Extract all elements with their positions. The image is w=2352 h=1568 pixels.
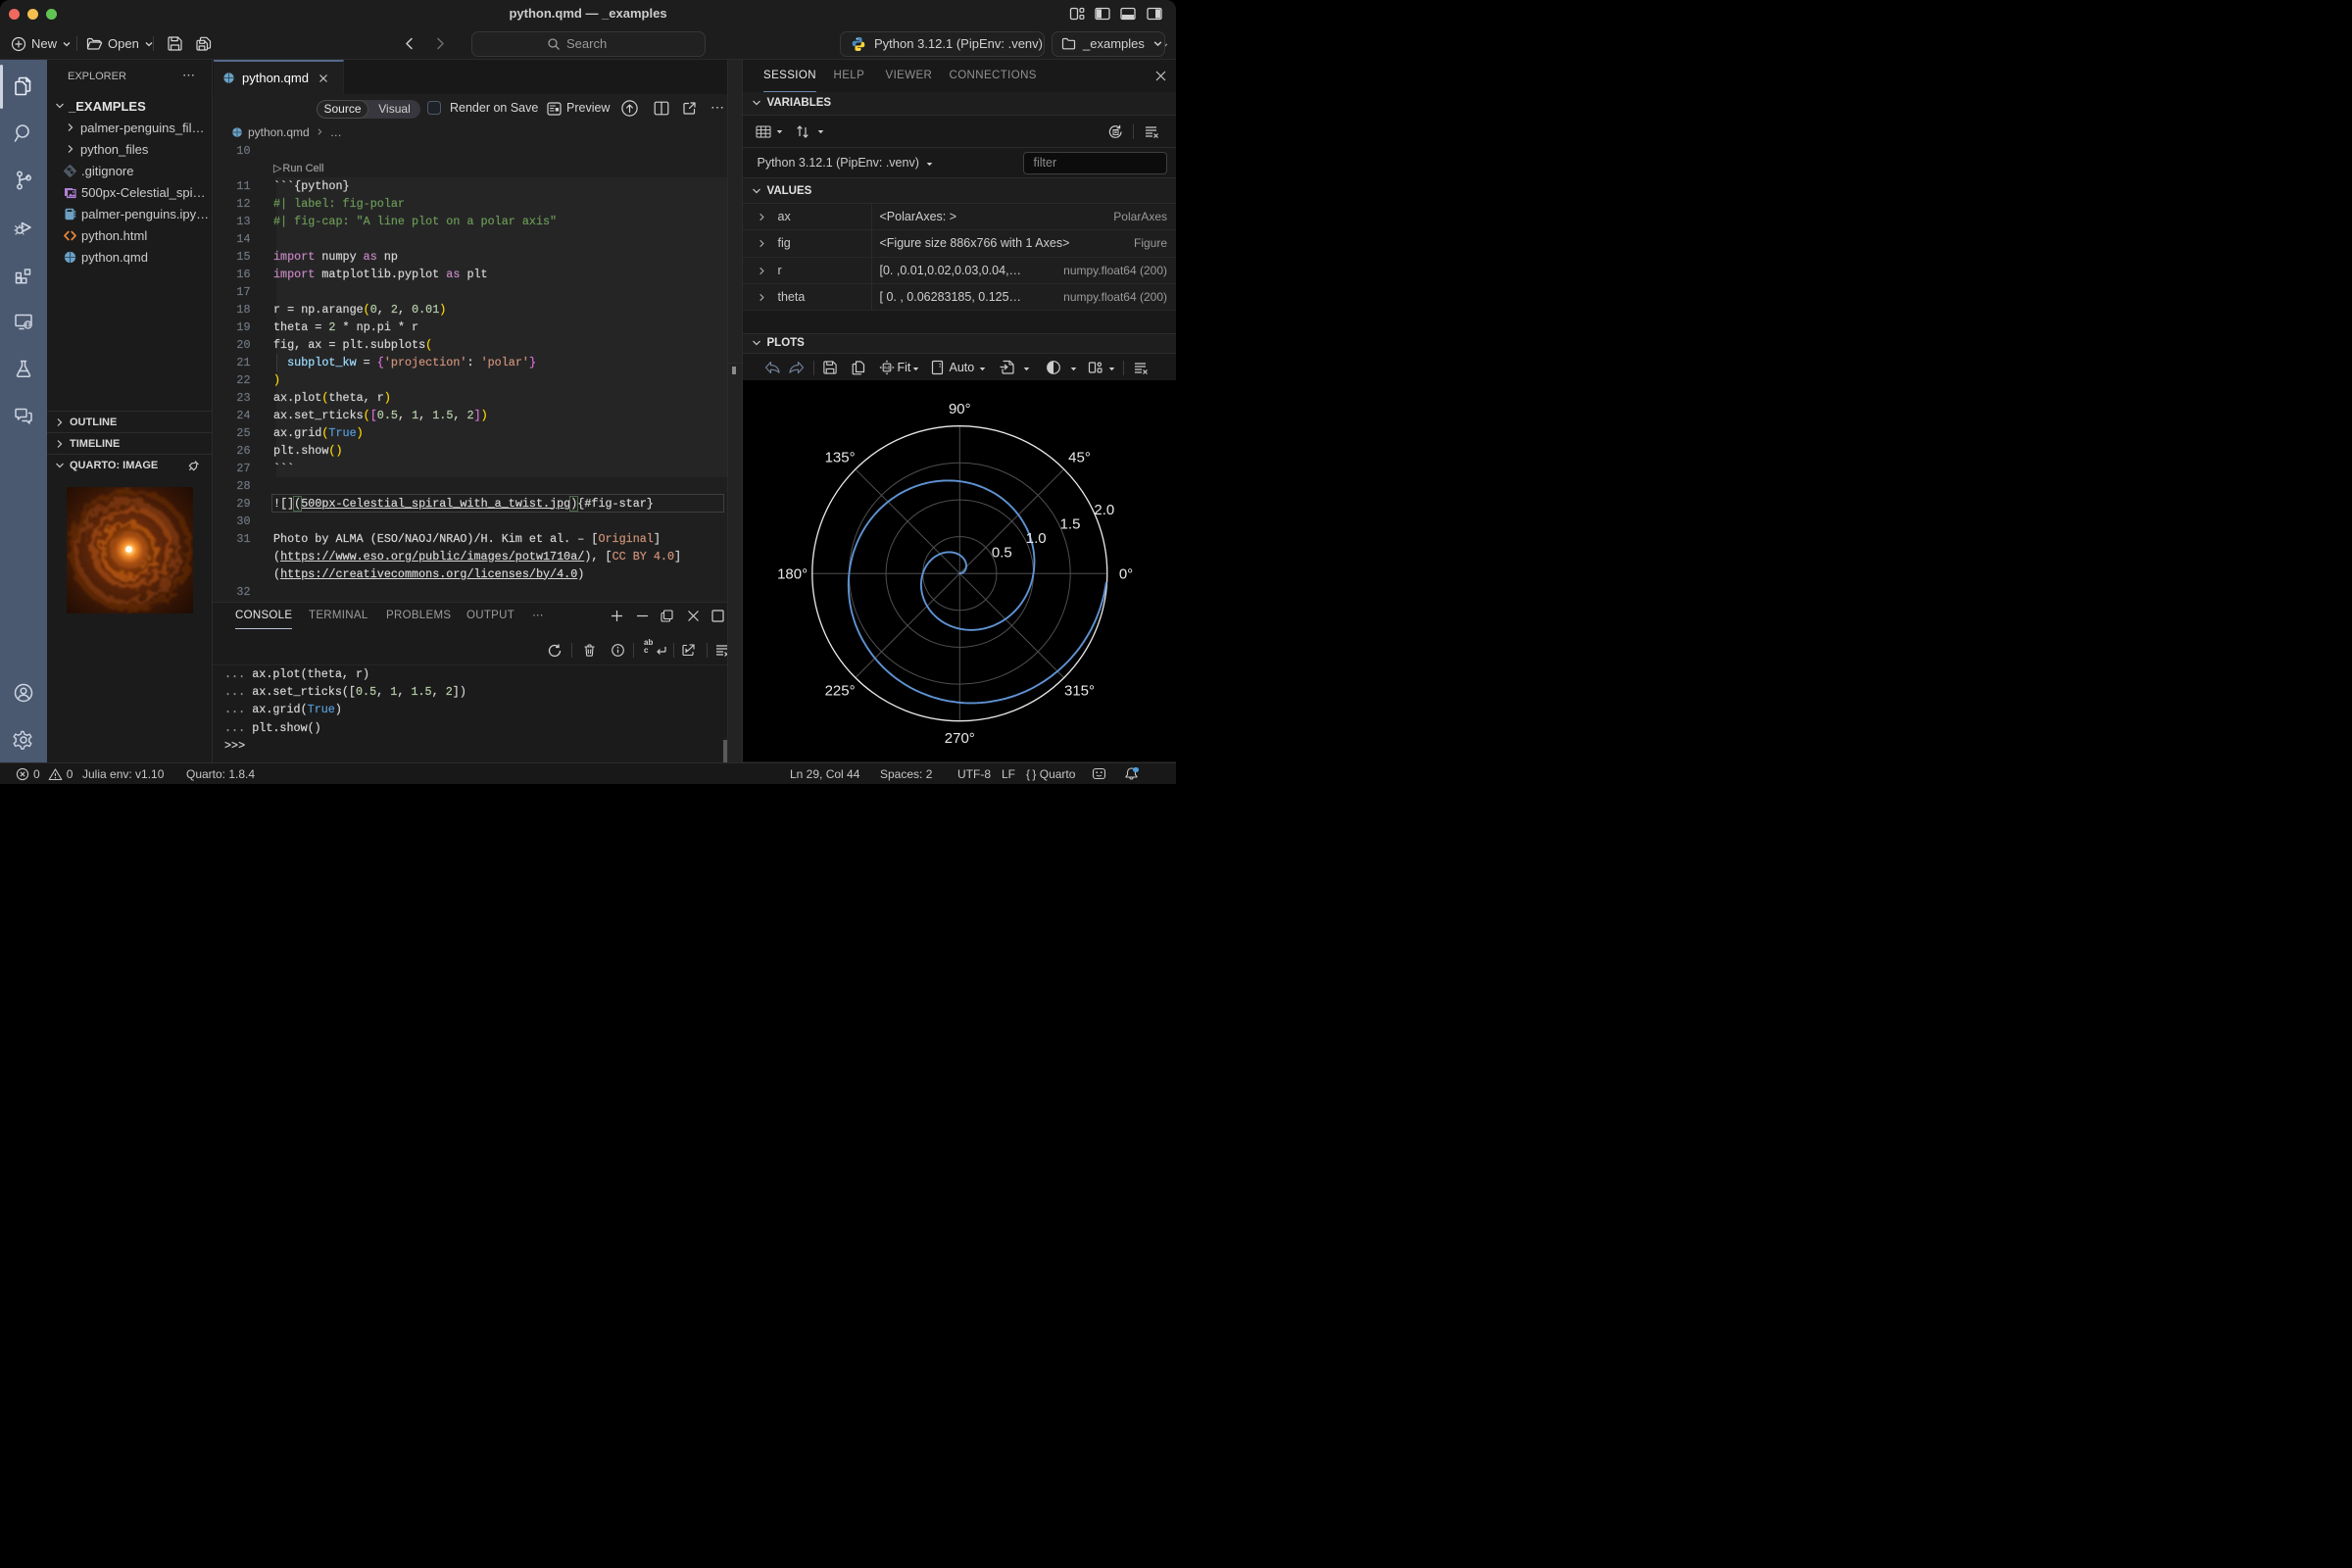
svg-text:1.0: 1.0 xyxy=(1026,530,1047,547)
svg-text:0°: 0° xyxy=(1119,565,1133,582)
svg-text:45°: 45° xyxy=(1068,449,1091,466)
svg-text:0.5: 0.5 xyxy=(992,544,1012,561)
svg-text:90°: 90° xyxy=(949,401,971,417)
svg-text:225°: 225° xyxy=(825,683,856,700)
svg-text:270°: 270° xyxy=(945,730,975,747)
svg-text:2.0: 2.0 xyxy=(1094,502,1114,518)
svg-text:315°: 315° xyxy=(1064,683,1095,700)
svg-text:180°: 180° xyxy=(777,565,808,582)
svg-text:1.5: 1.5 xyxy=(1060,515,1081,532)
svg-text:135°: 135° xyxy=(825,449,856,466)
